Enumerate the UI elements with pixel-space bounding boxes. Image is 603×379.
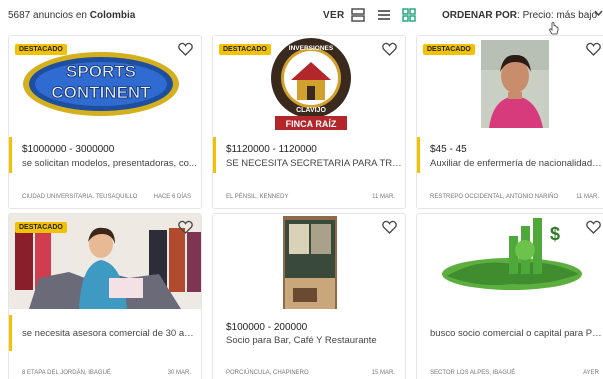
bar-interior-photo (283, 216, 337, 309)
heart-icon[interactable] (178, 220, 193, 234)
results-number: 5687 (8, 10, 31, 21)
listing-image[interactable] (213, 214, 405, 309)
listing-card[interactable]: $ busco socio comercial o capital para P… (416, 213, 603, 379)
gallery-view-icon[interactable] (350, 7, 366, 23)
listing-price: $1000000 - 3000000 (22, 144, 115, 155)
listing-date: 15 MAR. (371, 370, 395, 376)
sort-label: ORDENAR POR (442, 10, 518, 21)
listing-location: PORCIÚNCULA, CHAPINERO (226, 370, 309, 376)
logo-text-bottom: CONTINENT (51, 83, 151, 102)
view-label: VER (323, 10, 345, 21)
listing-date: AYER (583, 370, 599, 376)
listing-price: $100000 - 200000 (226, 322, 308, 333)
listing-image[interactable]: $ (417, 214, 603, 309)
accent-bar (417, 137, 420, 173)
grid-view-icon[interactable] (401, 7, 417, 23)
featured-badge: DESTACADO (423, 44, 475, 55)
listing-location: SECTOR LOS ALPES, IBAGUÉ (430, 370, 516, 376)
heart-icon[interactable] (178, 42, 193, 56)
listing-title[interactable]: Socio para Bar, Café Y Restaurante (226, 335, 402, 346)
results-text: anuncios en (33, 10, 87, 21)
chevron-down-icon[interactable] (594, 8, 603, 18)
sort-dropdown[interactable]: ORDENAR POR: Precio: más bajo (442, 10, 597, 21)
logo-banner-text: FINCA RAÍZ (286, 119, 337, 129)
listing-title[interactable]: se solicitan modelos, presentadoras, co.… (22, 158, 198, 169)
hand-cursor-icon (549, 22, 559, 35)
listing-title[interactable]: busco socio comercial o capital para PRO… (430, 328, 602, 339)
accent-bar (9, 315, 12, 351)
featured-badge: DESTACADO (15, 222, 67, 233)
heart-icon[interactable] (586, 220, 601, 234)
listing-location: EL PÉNSIL, KENNEDY (226, 194, 289, 200)
list-view-icon[interactable] (376, 7, 392, 23)
results-count: 5687 anuncios en Colombia (8, 10, 135, 21)
featured-badge: DESTACADO (15, 44, 67, 55)
accent-bar (213, 137, 216, 173)
listing-card[interactable]: DESTACADO $45 - 45 Auxiliar de enfermerí… (416, 35, 603, 209)
dollar-sign-graphic: $ (550, 224, 560, 244)
listing-date: 11 MAR. (576, 194, 599, 200)
logo-top-text: INVERSIONES (289, 45, 334, 52)
logo-bottom-text: CLAVIJO (296, 107, 326, 114)
listing-card[interactable]: INVERSIONES CLAVIJO FINCA RAÍZ DESTACADO… (212, 35, 406, 209)
listing-date: 11 MAR. (372, 194, 395, 200)
listing-card[interactable]: DESTACADO se necesita asesora comercial … (8, 213, 202, 379)
heart-icon[interactable] (586, 42, 601, 56)
sort-value: : Precio: más bajo (517, 10, 598, 21)
accent-bar (9, 137, 12, 173)
featured-badge: DESTACADO (219, 44, 271, 55)
business-growth-photo: $ (442, 218, 582, 290)
heart-icon[interactable] (382, 220, 397, 234)
heart-icon[interactable] (382, 42, 397, 56)
listing-location: 8 ETAPA DEL JORDÁN, IBAGUÉ (22, 370, 111, 376)
listing-title[interactable]: se necesita asesora comercial de 30 año.… (22, 328, 198, 339)
listing-date: 30 MAR. (167, 370, 191, 376)
listing-title[interactable]: SE NECESITA SECRETARIA PARA TRABA... (226, 158, 402, 169)
listing-location: RESTREPO OCCIDENTAL, ANTONIO NARIÑO (430, 194, 559, 200)
listing-location: CIUDAD UNIVERSITARIA, TEUSAQUILLO (22, 194, 138, 200)
listing-title[interactable]: Auxiliar de enfermería de nacionalidad c… (430, 158, 602, 169)
top-edge (0, 0, 603, 3)
listing-card[interactable]: SPORTS CONTINENT DESTACADO $1000000 - 30… (8, 35, 202, 209)
listing-price: $45 - 45 (430, 144, 467, 155)
listing-price: $1120000 - 1120000 (226, 144, 317, 155)
logo-text-top: SPORTS (66, 62, 136, 81)
listing-date: HACE 6 DÍAS (153, 194, 191, 200)
listing-card[interactable]: $100000 - 200000 Socio para Bar, Café Y … (212, 213, 406, 379)
results-location[interactable]: Colombia (90, 10, 136, 21)
